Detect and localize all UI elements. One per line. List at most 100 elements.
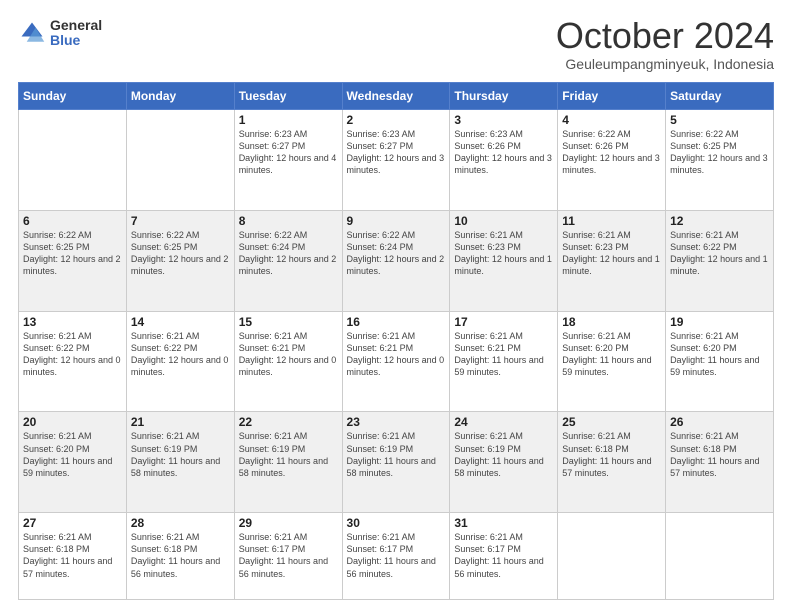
calendar-table: SundayMondayTuesdayWednesdayThursdayFrid… bbox=[18, 82, 774, 600]
calendar-day-cell: 4Sunrise: 6:22 AMSunset: 6:26 PMDaylight… bbox=[558, 110, 666, 211]
calendar-week-row: 13Sunrise: 6:21 AMSunset: 6:22 PMDayligh… bbox=[19, 311, 774, 412]
calendar-day-cell: 14Sunrise: 6:21 AMSunset: 6:22 PMDayligh… bbox=[126, 311, 234, 412]
day-info: Sunrise: 6:21 AMSunset: 6:18 PMDaylight:… bbox=[562, 430, 661, 479]
weekday-header-wednesday: Wednesday bbox=[342, 83, 450, 110]
calendar-day-cell: 30Sunrise: 6:21 AMSunset: 6:17 PMDayligh… bbox=[342, 513, 450, 600]
calendar-day-cell: 29Sunrise: 6:21 AMSunset: 6:17 PMDayligh… bbox=[234, 513, 342, 600]
day-number: 19 bbox=[670, 315, 769, 329]
day-number: 6 bbox=[23, 214, 122, 228]
day-number: 15 bbox=[239, 315, 338, 329]
calendar-day-cell: 15Sunrise: 6:21 AMSunset: 6:21 PMDayligh… bbox=[234, 311, 342, 412]
calendar-day-cell: 2Sunrise: 6:23 AMSunset: 6:27 PMDaylight… bbox=[342, 110, 450, 211]
calendar-day-cell: 8Sunrise: 6:22 AMSunset: 6:24 PMDaylight… bbox=[234, 210, 342, 311]
day-number: 11 bbox=[562, 214, 661, 228]
weekday-header-row: SundayMondayTuesdayWednesdayThursdayFrid… bbox=[19, 83, 774, 110]
page: General Blue October 2024 Geuleumpangmin… bbox=[0, 0, 792, 612]
day-number: 16 bbox=[347, 315, 446, 329]
logo-icon bbox=[18, 19, 46, 47]
logo-blue: Blue bbox=[50, 33, 102, 48]
day-info: Sunrise: 6:23 AMSunset: 6:26 PMDaylight:… bbox=[454, 128, 553, 177]
calendar-empty-cell bbox=[126, 110, 234, 211]
calendar-day-cell: 6Sunrise: 6:22 AMSunset: 6:25 PMDaylight… bbox=[19, 210, 127, 311]
day-number: 17 bbox=[454, 315, 553, 329]
day-number: 4 bbox=[562, 113, 661, 127]
calendar-day-cell: 3Sunrise: 6:23 AMSunset: 6:26 PMDaylight… bbox=[450, 110, 558, 211]
logo-general: General bbox=[50, 18, 102, 33]
day-number: 29 bbox=[239, 516, 338, 530]
day-info: Sunrise: 6:22 AMSunset: 6:24 PMDaylight:… bbox=[239, 229, 338, 278]
calendar-day-cell: 11Sunrise: 6:21 AMSunset: 6:23 PMDayligh… bbox=[558, 210, 666, 311]
day-number: 8 bbox=[239, 214, 338, 228]
day-info: Sunrise: 6:21 AMSunset: 6:22 PMDaylight:… bbox=[670, 229, 769, 278]
day-number: 2 bbox=[347, 113, 446, 127]
day-number: 1 bbox=[239, 113, 338, 127]
day-info: Sunrise: 6:21 AMSunset: 6:19 PMDaylight:… bbox=[454, 430, 553, 479]
day-number: 24 bbox=[454, 415, 553, 429]
calendar-day-cell: 1Sunrise: 6:23 AMSunset: 6:27 PMDaylight… bbox=[234, 110, 342, 211]
day-number: 20 bbox=[23, 415, 122, 429]
location-subtitle: Geuleumpangminyeuk, Indonesia bbox=[556, 56, 774, 72]
calendar-empty-cell bbox=[19, 110, 127, 211]
day-info: Sunrise: 6:22 AMSunset: 6:25 PMDaylight:… bbox=[23, 229, 122, 278]
calendar-day-cell: 22Sunrise: 6:21 AMSunset: 6:19 PMDayligh… bbox=[234, 412, 342, 513]
day-info: Sunrise: 6:23 AMSunset: 6:27 PMDaylight:… bbox=[347, 128, 446, 177]
day-number: 13 bbox=[23, 315, 122, 329]
day-info: Sunrise: 6:21 AMSunset: 6:19 PMDaylight:… bbox=[347, 430, 446, 479]
calendar-day-cell: 21Sunrise: 6:21 AMSunset: 6:19 PMDayligh… bbox=[126, 412, 234, 513]
calendar-week-row: 27Sunrise: 6:21 AMSunset: 6:18 PMDayligh… bbox=[19, 513, 774, 600]
calendar-empty-cell bbox=[666, 513, 774, 600]
day-number: 10 bbox=[454, 214, 553, 228]
day-info: Sunrise: 6:21 AMSunset: 6:18 PMDaylight:… bbox=[23, 531, 122, 580]
calendar-day-cell: 20Sunrise: 6:21 AMSunset: 6:20 PMDayligh… bbox=[19, 412, 127, 513]
calendar-day-cell: 9Sunrise: 6:22 AMSunset: 6:24 PMDaylight… bbox=[342, 210, 450, 311]
calendar-day-cell: 10Sunrise: 6:21 AMSunset: 6:23 PMDayligh… bbox=[450, 210, 558, 311]
day-info: Sunrise: 6:21 AMSunset: 6:22 PMDaylight:… bbox=[23, 330, 122, 379]
day-number: 27 bbox=[23, 516, 122, 530]
day-info: Sunrise: 6:21 AMSunset: 6:22 PMDaylight:… bbox=[131, 330, 230, 379]
day-number: 31 bbox=[454, 516, 553, 530]
calendar-day-cell: 25Sunrise: 6:21 AMSunset: 6:18 PMDayligh… bbox=[558, 412, 666, 513]
day-info: Sunrise: 6:21 AMSunset: 6:21 PMDaylight:… bbox=[239, 330, 338, 379]
calendar-week-row: 6Sunrise: 6:22 AMSunset: 6:25 PMDaylight… bbox=[19, 210, 774, 311]
day-number: 18 bbox=[562, 315, 661, 329]
day-number: 30 bbox=[347, 516, 446, 530]
weekday-header-thursday: Thursday bbox=[450, 83, 558, 110]
calendar-day-cell: 5Sunrise: 6:22 AMSunset: 6:25 PMDaylight… bbox=[666, 110, 774, 211]
month-title: October 2024 bbox=[556, 18, 774, 54]
calendar-day-cell: 7Sunrise: 6:22 AMSunset: 6:25 PMDaylight… bbox=[126, 210, 234, 311]
day-info: Sunrise: 6:21 AMSunset: 6:18 PMDaylight:… bbox=[131, 531, 230, 580]
logo: General Blue bbox=[18, 18, 102, 49]
day-info: Sunrise: 6:21 AMSunset: 6:19 PMDaylight:… bbox=[239, 430, 338, 479]
day-number: 9 bbox=[347, 214, 446, 228]
calendar-day-cell: 17Sunrise: 6:21 AMSunset: 6:21 PMDayligh… bbox=[450, 311, 558, 412]
calendar-week-row: 1Sunrise: 6:23 AMSunset: 6:27 PMDaylight… bbox=[19, 110, 774, 211]
weekday-header-friday: Friday bbox=[558, 83, 666, 110]
day-info: Sunrise: 6:23 AMSunset: 6:27 PMDaylight:… bbox=[239, 128, 338, 177]
day-number: 12 bbox=[670, 214, 769, 228]
logo-text: General Blue bbox=[50, 18, 102, 49]
day-number: 23 bbox=[347, 415, 446, 429]
calendar-day-cell: 27Sunrise: 6:21 AMSunset: 6:18 PMDayligh… bbox=[19, 513, 127, 600]
day-info: Sunrise: 6:21 AMSunset: 6:23 PMDaylight:… bbox=[562, 229, 661, 278]
calendar-week-row: 20Sunrise: 6:21 AMSunset: 6:20 PMDayligh… bbox=[19, 412, 774, 513]
calendar-day-cell: 26Sunrise: 6:21 AMSunset: 6:18 PMDayligh… bbox=[666, 412, 774, 513]
day-number: 26 bbox=[670, 415, 769, 429]
calendar-day-cell: 24Sunrise: 6:21 AMSunset: 6:19 PMDayligh… bbox=[450, 412, 558, 513]
calendar-day-cell: 19Sunrise: 6:21 AMSunset: 6:20 PMDayligh… bbox=[666, 311, 774, 412]
title-area: October 2024 Geuleumpangminyeuk, Indones… bbox=[556, 18, 774, 72]
day-info: Sunrise: 6:21 AMSunset: 6:18 PMDaylight:… bbox=[670, 430, 769, 479]
day-info: Sunrise: 6:21 AMSunset: 6:20 PMDaylight:… bbox=[670, 330, 769, 379]
weekday-header-sunday: Sunday bbox=[19, 83, 127, 110]
day-info: Sunrise: 6:21 AMSunset: 6:21 PMDaylight:… bbox=[454, 330, 553, 379]
calendar-day-cell: 16Sunrise: 6:21 AMSunset: 6:21 PMDayligh… bbox=[342, 311, 450, 412]
day-info: Sunrise: 6:21 AMSunset: 6:17 PMDaylight:… bbox=[454, 531, 553, 580]
day-info: Sunrise: 6:22 AMSunset: 6:24 PMDaylight:… bbox=[347, 229, 446, 278]
calendar-day-cell: 12Sunrise: 6:21 AMSunset: 6:22 PMDayligh… bbox=[666, 210, 774, 311]
day-info: Sunrise: 6:22 AMSunset: 6:25 PMDaylight:… bbox=[131, 229, 230, 278]
day-number: 21 bbox=[131, 415, 230, 429]
day-info: Sunrise: 6:21 AMSunset: 6:19 PMDaylight:… bbox=[131, 430, 230, 479]
day-number: 25 bbox=[562, 415, 661, 429]
header: General Blue October 2024 Geuleumpangmin… bbox=[18, 18, 774, 72]
day-info: Sunrise: 6:21 AMSunset: 6:17 PMDaylight:… bbox=[347, 531, 446, 580]
day-info: Sunrise: 6:21 AMSunset: 6:17 PMDaylight:… bbox=[239, 531, 338, 580]
